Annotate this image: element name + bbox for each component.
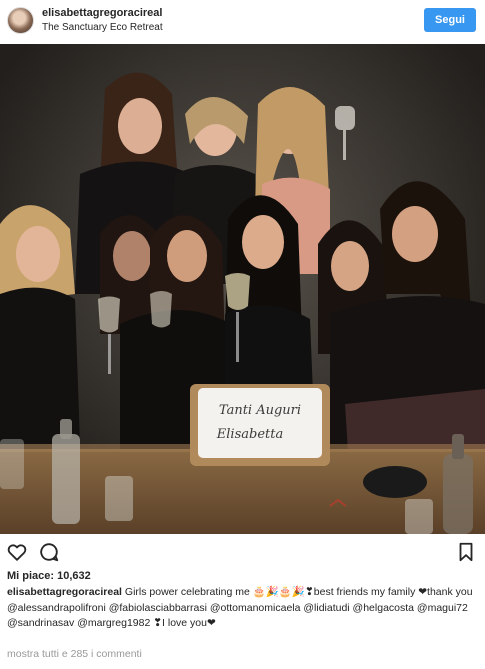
- post-location[interactable]: The Sanctuary Eco Retreat: [42, 21, 163, 35]
- post-caption: elisabettagregoracireal Girls power cele…: [7, 585, 479, 632]
- post-username[interactable]: elisabettagregoracireal: [42, 6, 163, 20]
- avatar[interactable]: [7, 7, 34, 34]
- photo-illustration: Tanti Auguri Elisabetta: [0, 44, 485, 534]
- post-header: elisabettagregoracireal The Sanctuary Ec…: [0, 0, 485, 44]
- caption-username[interactable]: elisabettagregoracireal: [7, 586, 122, 598]
- likes-count[interactable]: Mi piace: 10,632: [7, 569, 91, 583]
- cake-text-line1: Tanti Auguri: [219, 403, 301, 418]
- post-actions: [0, 534, 485, 568]
- post-photo[interactable]: Tanti Auguri Elisabetta: [0, 44, 485, 534]
- heart-outline-icon[interactable]: [6, 541, 28, 563]
- bookmark-icon[interactable]: [455, 541, 477, 563]
- view-all-comments-link[interactable]: mostra tutti e 285 i commenti: [7, 647, 142, 661]
- speech-bubble-icon[interactable]: [38, 541, 60, 563]
- cake-text-line2: Elisabetta: [216, 427, 283, 442]
- follow-button[interactable]: Segui: [424, 8, 476, 32]
- header-text: elisabettagregoracireal The Sanctuary Ec…: [42, 6, 163, 35]
